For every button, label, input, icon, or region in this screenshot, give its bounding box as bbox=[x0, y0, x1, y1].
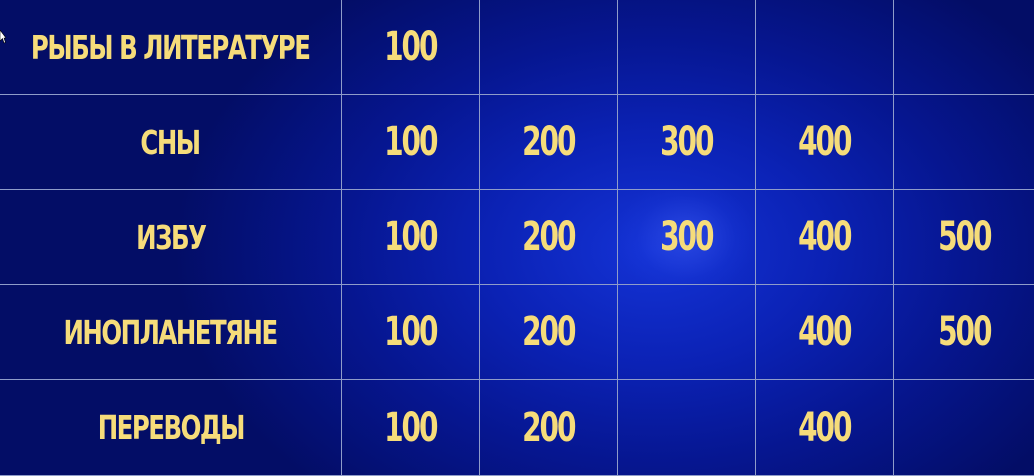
board-row: ИЗБУ 100 200 300 400 500 bbox=[0, 190, 1034, 285]
question-cell[interactable]: 400 bbox=[756, 95, 894, 189]
question-value: 300 bbox=[660, 119, 714, 165]
question-cell[interactable]: 100 bbox=[342, 95, 480, 189]
question-value: 200 bbox=[522, 404, 576, 451]
board-row: ИНОПЛАНЕТЯНЕ 100 200 400 500 bbox=[0, 285, 1034, 380]
category-label: ИЗБУ bbox=[135, 217, 207, 257]
game-board: РЫБЫ В ЛИТЕРАТУРЕ 100 СНЫ 100 200 300 40… bbox=[0, 0, 1034, 476]
category-label: СНЫ bbox=[140, 122, 202, 162]
question-cell[interactable]: 200 bbox=[480, 95, 618, 189]
question-cell[interactable]: 200 bbox=[480, 190, 618, 284]
question-value: 200 bbox=[522, 309, 576, 355]
question-cell[interactable] bbox=[756, 0, 894, 94]
question-cell-hovered[interactable]: 300 bbox=[618, 190, 756, 284]
question-cell[interactable]: 100 bbox=[342, 380, 480, 475]
question-value: 100 bbox=[384, 404, 438, 451]
question-value: 100 bbox=[384, 309, 438, 355]
question-cell[interactable] bbox=[480, 0, 618, 94]
question-value: 400 bbox=[798, 309, 852, 355]
question-cell[interactable] bbox=[618, 380, 756, 475]
category-label: ИНОПЛАНЕТЯНЕ bbox=[63, 312, 279, 352]
question-cell[interactable]: 300 bbox=[618, 95, 756, 189]
question-value: 400 bbox=[798, 214, 852, 260]
board-row: РЫБЫ В ЛИТЕРАТУРЕ 100 bbox=[0, 0, 1034, 95]
category-cell: ИЗБУ bbox=[0, 190, 342, 284]
board-row: СНЫ 100 200 300 400 bbox=[0, 95, 1034, 190]
question-cell[interactable]: 200 bbox=[480, 285, 618, 379]
question-value: 200 bbox=[522, 119, 576, 165]
question-value: 200 bbox=[522, 214, 576, 260]
question-cell[interactable] bbox=[894, 95, 1034, 189]
question-value: 100 bbox=[384, 214, 438, 260]
question-value: 100 bbox=[384, 119, 438, 165]
question-cell[interactable]: 500 bbox=[894, 190, 1034, 284]
question-cell[interactable]: 100 bbox=[342, 0, 480, 94]
question-cell[interactable] bbox=[618, 0, 756, 94]
category-label: РЫБЫ В ЛИТЕРАТУРЕ bbox=[31, 27, 311, 67]
category-cell: РЫБЫ В ЛИТЕРАТУРЕ bbox=[0, 0, 342, 94]
question-cell[interactable] bbox=[618, 285, 756, 379]
category-cell: ПЕРЕВОДЫ bbox=[0, 380, 342, 475]
question-cell[interactable]: 100 bbox=[342, 285, 480, 379]
category-label: ПЕРЕВОДЫ bbox=[97, 408, 245, 447]
question-value: 400 bbox=[798, 404, 852, 451]
category-cell: СНЫ bbox=[0, 95, 342, 189]
question-cell[interactable]: 500 bbox=[894, 285, 1034, 379]
question-value: 100 bbox=[384, 24, 438, 70]
question-cell[interactable] bbox=[894, 380, 1034, 475]
question-cell[interactable]: 400 bbox=[756, 190, 894, 284]
board-row: ПЕРЕВОДЫ 100 200 400 bbox=[0, 380, 1034, 476]
question-cell[interactable] bbox=[894, 0, 1034, 94]
question-value: 500 bbox=[937, 309, 992, 355]
question-cell[interactable]: 400 bbox=[756, 285, 894, 379]
category-cell: ИНОПЛАНЕТЯНЕ bbox=[0, 285, 342, 379]
question-value: 300 bbox=[660, 214, 714, 260]
question-cell[interactable]: 200 bbox=[480, 380, 618, 475]
question-value: 500 bbox=[937, 214, 992, 260]
question-cell[interactable]: 100 bbox=[342, 190, 480, 284]
question-value: 400 bbox=[798, 119, 852, 165]
mouse-cursor-icon bbox=[0, 30, 6, 44]
question-cell[interactable]: 400 bbox=[756, 380, 894, 475]
